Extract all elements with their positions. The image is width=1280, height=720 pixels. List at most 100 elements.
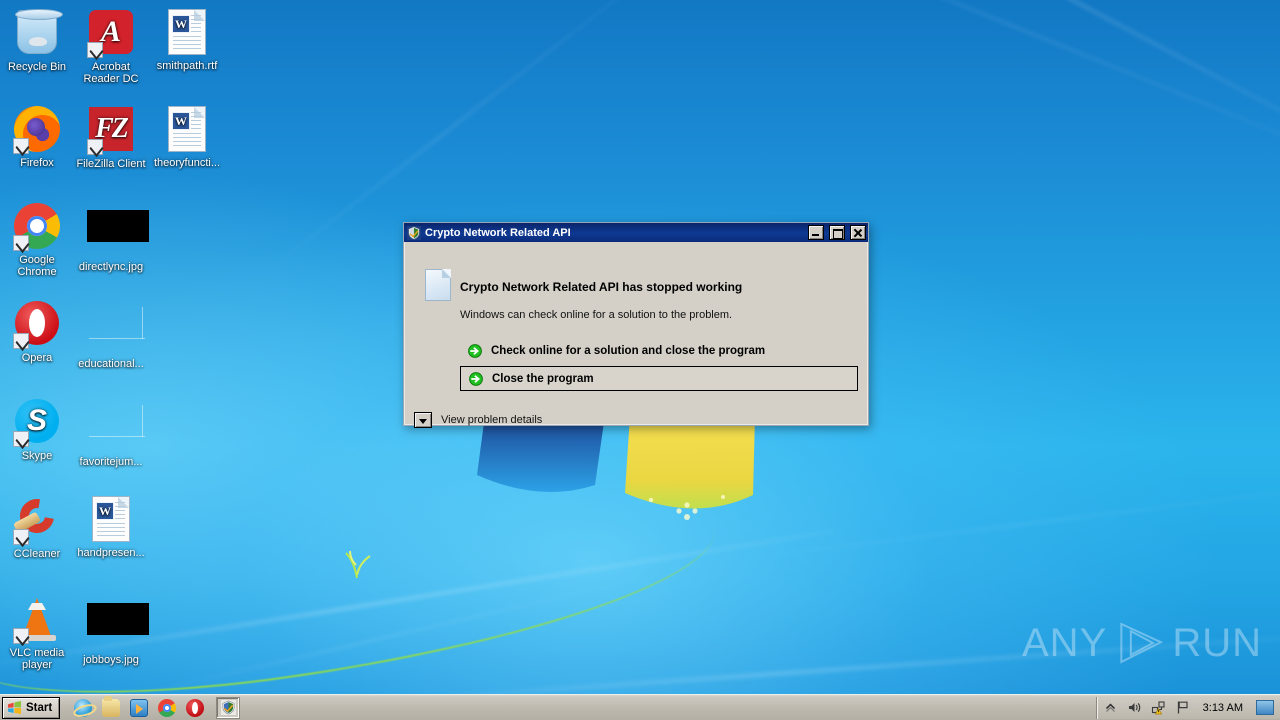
- internet-explorer-icon[interactable]: [74, 698, 93, 717]
- dialog-title-bar[interactable]: Crypto Network Related API: [404, 223, 868, 242]
- recycle-bin-icon: [13, 9, 63, 58]
- start-label: Start: [26, 701, 53, 714]
- minimize-button[interactable]: [808, 225, 824, 240]
- desktop-icon-handpresen[interactable]: W handpresen...: [74, 495, 148, 559]
- action-label: Close the program: [492, 372, 594, 385]
- desktop-icon-label: jobboys.jpg: [83, 654, 139, 666]
- maximize-button[interactable]: [829, 225, 845, 240]
- black-image-thumbnail-icon: [87, 603, 149, 651]
- application-shield-icon: [407, 225, 421, 240]
- wallpaper-grass-sprout: [345, 550, 371, 579]
- desktop-icon-label: Firefox: [20, 157, 54, 169]
- desktop-icon-label: smithpath.rtf: [156, 60, 218, 72]
- skype-icon: S: [13, 399, 61, 447]
- desktop-icon-grid: Recycle Bin A Acrobat Reader DC W smithp…: [0, 0, 240, 690]
- desktop-icon-vlc-media-player[interactable]: VLC media player: [0, 595, 74, 671]
- desktop-icon-acrobat-reader-dc[interactable]: A Acrobat Reader DC: [74, 8, 148, 85]
- desktop-icon-theoryfuncti[interactable]: W theoryfuncti...: [150, 105, 224, 169]
- shortcut-arrow-icon: [13, 431, 29, 447]
- desktop-icon-label: handpresen...: [77, 547, 145, 559]
- desktop-icon-ccleaner[interactable]: CCleaner: [0, 492, 74, 560]
- wallpaper-streak: [702, 477, 1280, 565]
- green-arrow-icon: [468, 343, 482, 358]
- desktop-icon-label: theoryfuncti...: [153, 157, 221, 169]
- close-button[interactable]: [850, 225, 866, 240]
- acrobat-reader-icon: A: [87, 10, 135, 58]
- opera-icon: [13, 301, 61, 349]
- taskbar-item-crypto-network-related-api[interactable]: [216, 696, 241, 719]
- chevron-down-icon[interactable]: [414, 412, 432, 428]
- dialog-title: Crypto Network Related API: [425, 226, 571, 239]
- blank-document-icon: [87, 307, 145, 355]
- network-warning-icon[interactable]: [1151, 700, 1166, 715]
- view-problem-details-row[interactable]: View problem details: [414, 412, 542, 428]
- desktop[interactable]: Recycle Bin A Acrobat Reader DC W smithp…: [0, 0, 1280, 720]
- wallpaper-streak: [663, 0, 1280, 142]
- wallpaper-streak: [725, 0, 1280, 174]
- opera-icon[interactable]: [186, 698, 205, 717]
- blank-document-icon: [87, 405, 145, 453]
- view-problem-details-label: View problem details: [441, 414, 543, 426]
- windows-media-player-icon[interactable]: [130, 698, 149, 717]
- desktop-icon-jobboys-jpg[interactable]: jobboys.jpg: [74, 595, 149, 666]
- taskbar-clock[interactable]: 3:13 AM: [1199, 702, 1247, 714]
- anyrun-watermark: ANY RUN: [1022, 612, 1262, 674]
- taskbar[interactable]: Start 3:13 AM: [0, 694, 1280, 720]
- desktop-icon-opera[interactable]: Opera: [0, 299, 74, 364]
- shortcut-arrow-icon: [13, 333, 29, 349]
- vlc-icon: [13, 596, 61, 644]
- watermark-text-any: ANY: [1022, 620, 1108, 665]
- desktop-icon-recycle-bin[interactable]: Recycle Bin: [0, 8, 74, 73]
- black-image-thumbnail-icon: [87, 210, 149, 258]
- action-center-flag-icon[interactable]: [1175, 700, 1190, 715]
- action-label: Check online for a solution and close th…: [491, 344, 766, 357]
- desktop-icon-label: Acrobat Reader DC: [83, 61, 139, 85]
- show-hidden-icons-icon[interactable]: [1103, 700, 1118, 715]
- volume-icon[interactable]: [1127, 700, 1142, 715]
- desktop-icon-label: VLC media player: [9, 647, 65, 671]
- shortcut-arrow-icon: [13, 628, 29, 644]
- desktop-icon-smithpath-rtf[interactable]: W smithpath.rtf: [150, 8, 224, 72]
- anyrun-play-logo-icon: [1120, 622, 1164, 664]
- error-dialog[interactable]: Crypto Network Related API Crypto Networ…: [403, 222, 869, 428]
- shortcut-arrow-icon: [87, 42, 103, 58]
- desktop-icon-directlync-jpg[interactable]: directlync.jpg: [74, 202, 149, 273]
- desktop-icon-educational[interactable]: educational...: [74, 299, 148, 370]
- desktop-icon-label: directlync.jpg: [78, 261, 144, 273]
- green-arrow-icon: [469, 371, 483, 386]
- desktop-icon-label: Recycle Bin: [7, 61, 67, 73]
- show-desktop-button[interactable]: [1256, 700, 1274, 715]
- windows-logo-wallpaper: [477, 415, 755, 520]
- check-online-and-close-action[interactable]: Check online for a solution and close th…: [460, 338, 858, 363]
- dialog-headline: Crypto Network Related API has stopped w…: [460, 280, 743, 294]
- desktop-icon-favoritejum[interactable]: favoritejum...: [74, 397, 148, 468]
- desktop-icon-label: Google Chrome: [17, 254, 57, 278]
- shortcut-arrow-icon: [13, 138, 29, 154]
- desktop-icon-label: Opera: [21, 352, 53, 364]
- dialog-body: Crypto Network Related API has stopped w…: [404, 242, 868, 428]
- application-shield-icon: [220, 700, 236, 715]
- desktop-icon-label: favoritejum...: [79, 456, 143, 468]
- desktop-icon-label: Skype: [21, 450, 53, 462]
- desktop-icon-filezilla-client[interactable]: FZ FileZilla Client: [74, 105, 148, 170]
- watermark-text-run: RUN: [1172, 620, 1262, 665]
- word-document-icon: W: [163, 9, 211, 57]
- desktop-icon-label: FileZilla Client: [76, 158, 146, 170]
- desktop-icon-google-chrome[interactable]: Google Chrome: [0, 202, 74, 278]
- desktop-icon-label: CCleaner: [13, 548, 61, 560]
- windows-explorer-icon[interactable]: [102, 695, 121, 717]
- system-tray[interactable]: 3:13 AM: [1095, 696, 1280, 719]
- ccleaner-icon: [12, 492, 61, 545]
- desktop-icon-label: educational...: [78, 358, 144, 370]
- desktop-icon-skype[interactable]: S Skype: [0, 397, 74, 462]
- close-the-program-action[interactable]: Close the program: [460, 366, 858, 391]
- chrome-icon[interactable]: [158, 698, 177, 717]
- filezilla-icon: FZ: [87, 107, 135, 155]
- shortcut-arrow-icon: [87, 139, 103, 155]
- generic-document-icon: [425, 269, 451, 301]
- desktop-icon-firefox[interactable]: Firefox: [0, 105, 74, 169]
- word-document-icon: W: [163, 106, 211, 154]
- quick-launch-bar[interactable]: [74, 695, 205, 717]
- start-button[interactable]: Start: [2, 696, 61, 719]
- shortcut-arrow-icon: [13, 235, 29, 251]
